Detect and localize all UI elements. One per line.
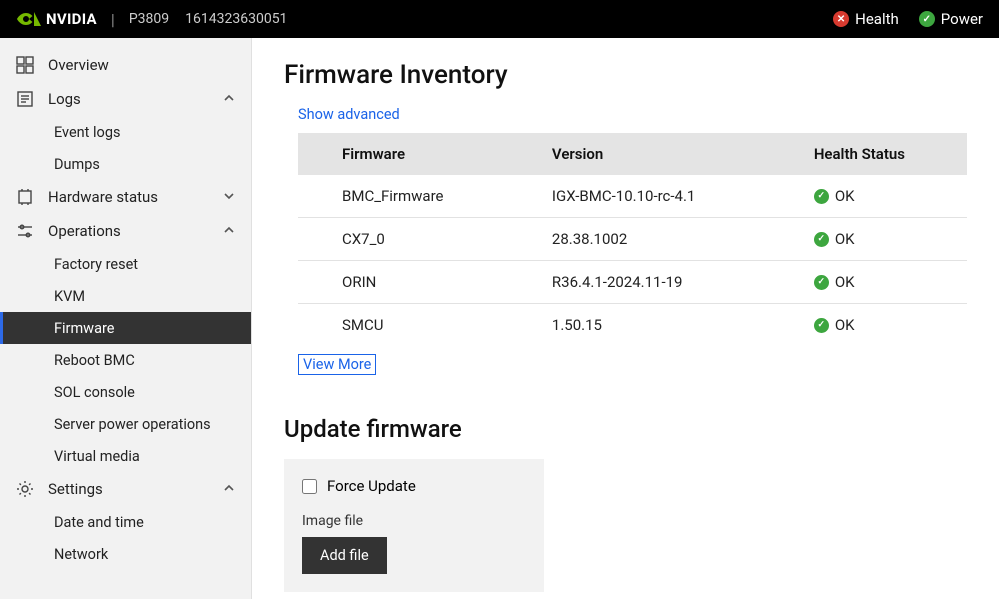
chevron-up-icon [223, 90, 235, 108]
gear-icon [16, 480, 34, 498]
cell-version: 1.50.15 [508, 304, 770, 347]
ok-icon: ✓ [814, 275, 829, 290]
sidebar: Overview Logs Event logs Dumps Hardware … [0, 38, 252, 599]
force-update-row[interactable]: Force Update [302, 477, 526, 495]
table-row: ORINR36.4.1-2024.11-19✓OK [298, 261, 967, 304]
nvidia-eye-icon [16, 10, 42, 28]
sidebar-item-kvm[interactable]: KVM [0, 280, 251, 312]
sidebar-item-server-power[interactable]: Server power operations [0, 408, 251, 440]
label: Operations [48, 222, 121, 240]
host-model: P3809 [129, 11, 169, 27]
logo[interactable]: NVIDIA [16, 10, 97, 28]
sidebar-item-dumps[interactable]: Dumps [0, 148, 251, 180]
brand-text: NVIDIA [46, 10, 97, 28]
label: Server power operations [54, 416, 211, 433]
col-firmware: Firmware [298, 133, 508, 175]
host-info: P3809 1614323630051 [129, 11, 288, 27]
sidebar-item-operations[interactable]: Operations [0, 214, 251, 248]
sidebar-item-firmware[interactable]: Firmware [0, 312, 251, 344]
power-status[interactable]: ✓ Power [919, 10, 983, 28]
col-health: Health Status [770, 133, 967, 175]
sidebar-item-sol-console[interactable]: SOL console [0, 376, 251, 408]
sidebar-item-virtual-media[interactable]: Virtual media [0, 440, 251, 472]
sidebar-item-event-logs[interactable]: Event logs [0, 116, 251, 148]
divider: | [111, 10, 115, 29]
chip-icon [16, 188, 34, 206]
cell-health: ✓OK [770, 261, 967, 304]
image-file-label: Image file [302, 513, 526, 529]
cell-version: R36.4.1-2024.11-19 [508, 261, 770, 304]
chevron-up-icon [223, 222, 235, 240]
cell-health: ✓OK [770, 218, 967, 261]
cell-version: 28.38.1002 [508, 218, 770, 261]
cell-version: IGX-BMC-10.10-rc-4.1 [508, 175, 770, 218]
ok-icon: ✓ [814, 232, 829, 247]
health-status[interactable]: ✕ Health [833, 10, 899, 28]
health-label: Health [855, 10, 899, 28]
label: Dumps [54, 156, 100, 173]
update-firmware-title: Update firmware [284, 415, 967, 443]
cell-firmware: SMCU [298, 304, 508, 347]
label: Date and time [54, 514, 144, 531]
label: Firmware [54, 320, 114, 337]
col-version: Version [508, 133, 770, 175]
table-row: CX7_028.38.1002✓OK [298, 218, 967, 261]
label: Hardware status [48, 188, 158, 206]
cell-health: ✓OK [770, 304, 967, 347]
label: Virtual media [54, 448, 140, 465]
label: KVM [54, 288, 85, 305]
label: Factory reset [54, 256, 138, 273]
sidebar-item-logs[interactable]: Logs [0, 82, 251, 116]
power-ok-icon: ✓ [919, 11, 935, 27]
power-label: Power [941, 10, 983, 28]
add-file-button[interactable]: Add file [302, 537, 387, 574]
table-row: BMC_FirmwareIGX-BMC-10.10-rc-4.1✓OK [298, 175, 967, 218]
chevron-down-icon [223, 188, 235, 206]
force-update-label: Force Update [327, 477, 416, 495]
sidebar-item-network[interactable]: Network [0, 538, 251, 570]
sidebar-item-settings[interactable]: Settings [0, 472, 251, 506]
cell-firmware: ORIN [298, 261, 508, 304]
cell-health: ✓OK [770, 175, 967, 218]
chevron-up-icon [223, 480, 235, 498]
label: SOL console [54, 384, 135, 401]
show-advanced-link[interactable]: Show advanced [298, 106, 400, 123]
sidebar-item-overview[interactable]: Overview [0, 48, 251, 82]
dashboard-icon [16, 56, 34, 74]
label: Event logs [54, 124, 120, 141]
force-update-checkbox[interactable] [302, 479, 317, 494]
cell-firmware: CX7_0 [298, 218, 508, 261]
label: Settings [48, 480, 103, 498]
sidebar-item-date-time[interactable]: Date and time [0, 506, 251, 538]
view-more-link[interactable]: View More [298, 354, 376, 375]
main-content: Firmware Inventory Show advanced Firmwar… [252, 38, 999, 599]
firmware-table: Firmware Version Health Status BMC_Firmw… [298, 133, 967, 346]
label: Overview [48, 56, 109, 74]
table-row: SMCU1.50.15✓OK [298, 304, 967, 347]
cell-firmware: BMC_Firmware [298, 175, 508, 218]
page-title: Firmware Inventory [284, 60, 967, 90]
label: Logs [48, 90, 81, 108]
sidebar-item-factory-reset[interactable]: Factory reset [0, 248, 251, 280]
sidebar-item-reboot-bmc[interactable]: Reboot BMC [0, 344, 251, 376]
topbar: NVIDIA | P3809 1614323630051 ✕ Health ✓ … [0, 0, 999, 38]
sidebar-item-hardware-status[interactable]: Hardware status [0, 180, 251, 214]
sliders-icon [16, 222, 34, 240]
ok-icon: ✓ [814, 318, 829, 333]
label: Network [54, 546, 108, 563]
ok-icon: ✓ [814, 189, 829, 204]
update-firmware-box: Force Update Image file Add file [284, 459, 544, 592]
logs-icon [16, 90, 34, 108]
host-serial: 1614323630051 [185, 11, 287, 27]
label: Reboot BMC [54, 352, 135, 369]
health-bad-icon: ✕ [833, 11, 849, 27]
